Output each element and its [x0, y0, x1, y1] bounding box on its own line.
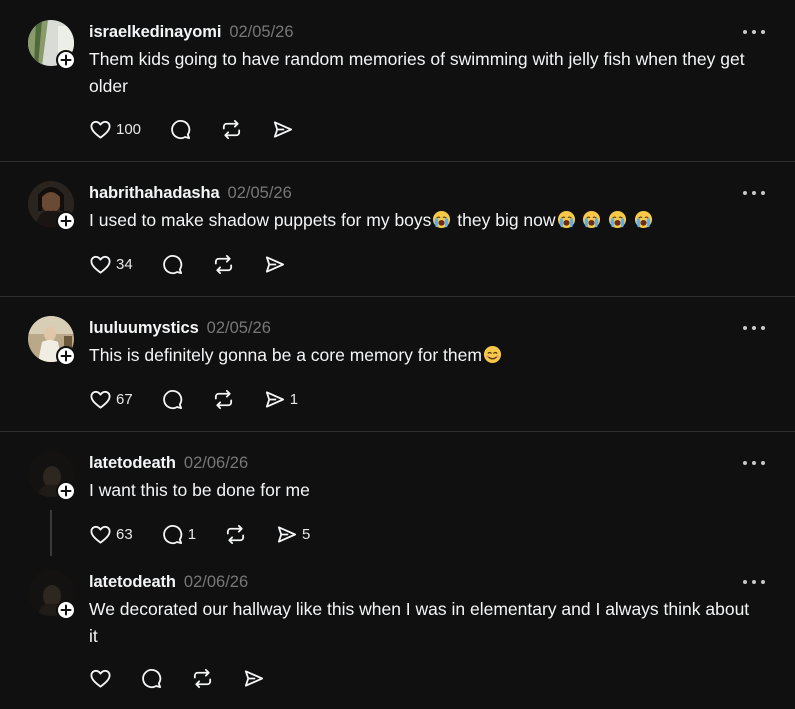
share-count: 5 [302, 525, 311, 543]
repost-icon [220, 118, 243, 141]
post-text-part-2: they big now [452, 210, 556, 230]
avatar[interactable] [28, 316, 76, 366]
repost-icon [191, 667, 214, 690]
follow-plus-icon[interactable] [56, 211, 76, 231]
send-icon [242, 667, 265, 690]
like-count: 34 [116, 255, 133, 273]
like-button[interactable]: 63 [89, 523, 133, 546]
like-button[interactable]: 67 [89, 388, 133, 411]
post-date[interactable]: 02/05/26 [228, 184, 292, 203]
post-date[interactable]: 02/05/26 [207, 319, 271, 338]
post-date[interactable]: 02/06/26 [184, 454, 248, 473]
post-text: I used to make shadow puppets for my boy… [89, 207, 759, 234]
comment-icon [140, 667, 163, 690]
send-icon [263, 388, 286, 411]
share-button[interactable] [271, 118, 294, 141]
reply-button[interactable] [169, 118, 192, 141]
repost-icon [212, 253, 235, 276]
like-button[interactable] [89, 667, 112, 690]
repost-button[interactable] [220, 118, 243, 141]
heart-icon [89, 118, 112, 141]
loudly-crying-face-emoji [557, 210, 576, 229]
more-icon[interactable] [741, 574, 767, 590]
post-text: I want this to be done for me [89, 480, 310, 500]
follow-plus-icon[interactable] [56, 481, 76, 501]
repost-button[interactable] [191, 667, 214, 690]
loudly-crying-face-emoji [634, 210, 653, 229]
comment-icon [161, 253, 184, 276]
username[interactable]: habrithahadasha [89, 184, 220, 203]
repost-button[interactable] [212, 388, 235, 411]
reply-button[interactable] [140, 667, 163, 690]
divider [0, 431, 795, 432]
follow-plus-icon[interactable] [56, 50, 76, 70]
avatar[interactable] [28, 20, 76, 70]
reply-count: 1 [187, 525, 197, 543]
reply-button[interactable]: 1 [161, 523, 196, 546]
like-count: 63 [116, 525, 133, 543]
share-button[interactable]: 1 [263, 388, 298, 411]
repost-button[interactable] [212, 253, 235, 276]
post-text-part-1: I used to make shadow puppets for my boy… [89, 210, 432, 230]
reply-post-3: luuluumystics 02/05/26 This is definitel… [0, 316, 795, 416]
username[interactable]: latetodeath [89, 454, 176, 473]
like-count: 100 [116, 120, 142, 138]
avatar[interactable] [28, 570, 76, 620]
post-text-body: This is definitely gonna be a core memor… [89, 345, 482, 365]
repost-icon [212, 388, 235, 411]
post-text: This is definitely gonna be a core memor… [89, 342, 759, 369]
username[interactable]: israelkedinayomi [89, 23, 221, 42]
username[interactable]: latetodeath [89, 573, 176, 592]
action-bar: 67 1 [89, 387, 326, 411]
reply-post-2: habrithahadasha 02/05/26 I used to make … [0, 181, 795, 281]
reply-post-1: israelkedinayomi 02/05/26 Them kids goin… [0, 20, 795, 150]
comment-icon [161, 523, 184, 546]
like-count: 67 [116, 390, 133, 408]
post-date[interactable]: 02/06/26 [184, 573, 248, 592]
reply-post-4: latetodeath 02/06/26 I want this to be d… [0, 451, 795, 551]
like-button[interactable]: 100 [89, 118, 141, 141]
more-icon[interactable] [741, 320, 767, 336]
comment-icon [161, 388, 184, 411]
send-icon [271, 118, 294, 141]
avatar[interactable] [28, 451, 76, 501]
repost-button[interactable] [224, 523, 247, 546]
share-button[interactable] [242, 667, 265, 690]
divider [0, 161, 795, 162]
share-count: 1 [289, 390, 299, 408]
reply-post-5: latetodeath 02/06/26 We decorated our ha… [0, 570, 795, 700]
smiling-face-emoji [483, 345, 502, 364]
reply-button[interactable] [161, 253, 184, 276]
action-bar: 34 [89, 252, 314, 276]
divider [0, 296, 795, 297]
heart-icon [89, 388, 112, 411]
like-button[interactable]: 34 [89, 253, 133, 276]
share-button[interactable] [263, 253, 286, 276]
heart-icon [89, 253, 112, 276]
action-bar: 63 1 5 [89, 522, 338, 546]
loudly-crying-face-emoji [582, 210, 601, 229]
loudly-crying-face-emoji [432, 210, 451, 229]
username[interactable]: luuluumystics [89, 319, 199, 338]
more-icon[interactable] [741, 455, 767, 471]
action-bar [89, 666, 293, 690]
reply-button[interactable] [161, 388, 184, 411]
loudly-crying-face-emoji [608, 210, 627, 229]
more-icon[interactable] [741, 185, 767, 201]
heart-icon [89, 523, 112, 546]
follow-plus-icon[interactable] [56, 346, 76, 366]
more-icon[interactable] [741, 24, 767, 40]
repost-icon [224, 523, 247, 546]
post-text: We decorated our hallway like this when … [89, 599, 750, 646]
avatar[interactable] [28, 181, 76, 231]
follow-plus-icon[interactable] [56, 600, 76, 620]
comment-icon [169, 118, 192, 141]
post-date[interactable]: 02/05/26 [229, 23, 293, 42]
send-icon [263, 253, 286, 276]
heart-icon [89, 667, 112, 690]
send-icon [275, 523, 298, 546]
action-bar: 100 [89, 117, 322, 141]
share-button[interactable]: 5 [275, 523, 310, 546]
post-text: Them kids going to have random memories … [89, 49, 745, 96]
